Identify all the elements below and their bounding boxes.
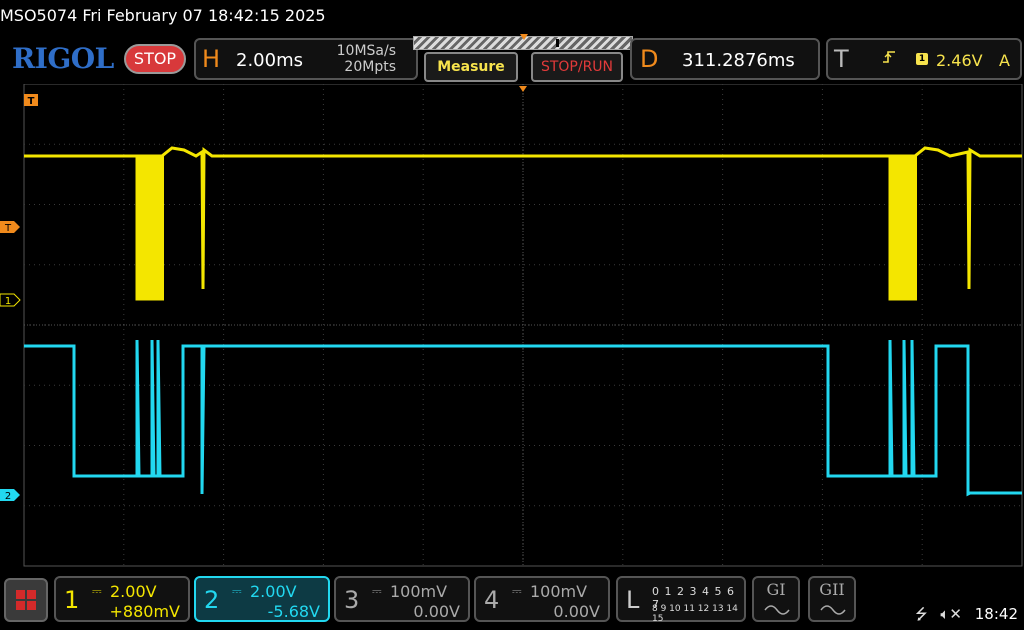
generator-1-button[interactable]: GI bbox=[752, 576, 800, 622]
speaker-muted-icon[interactable]: 🔈︎✕ bbox=[940, 605, 962, 623]
delay-value: 311.2876ms bbox=[682, 50, 795, 71]
bottom-bar: 1 ⎓ 2.00V +880mV 2 ⎓ 2.00V -5.68V 3 ⎓ 10… bbox=[0, 574, 1024, 630]
logic-letter: L bbox=[626, 586, 640, 614]
timeline-window-marker bbox=[556, 39, 559, 47]
memory-depth: 20Mpts bbox=[344, 59, 396, 75]
trigger-level-marker-label: T bbox=[4, 223, 12, 234]
channel-1-settings[interactable]: 1 ⎓ 2.00V +880mV bbox=[54, 576, 190, 622]
channel-3-offset: 0.00V bbox=[413, 602, 460, 621]
channel-4-number: 4 bbox=[484, 586, 500, 614]
rising-edge-icon bbox=[882, 50, 896, 68]
trigger-letter: T bbox=[834, 45, 849, 73]
channel-1-offset: +880mV bbox=[109, 602, 180, 621]
trigger-time-marker-label: T bbox=[28, 96, 35, 107]
dc-coupling-icon: ⎓ bbox=[232, 584, 242, 598]
horizontal-settings[interactable]: H 2.00ms 10MSa/s 20Mpts bbox=[194, 38, 418, 80]
channel-3-settings[interactable]: 3 ⎓ 100mV 0.00V bbox=[334, 576, 470, 622]
sine-wave-icon bbox=[764, 605, 790, 615]
sine-wave-icon bbox=[820, 605, 846, 615]
channel-4-settings[interactable]: 4 ⎓ 100mV 0.00V bbox=[474, 576, 610, 622]
logic-channels-row-2: 8 9 10 11 12 13 14 15 bbox=[652, 604, 738, 624]
channel-4-offset: 0.00V bbox=[553, 602, 600, 621]
window-title: MSO5074 Fri February 07 18:42:15 2025 bbox=[0, 6, 326, 25]
clock-time: 18:42 bbox=[974, 605, 1018, 623]
sample-rate: 10MSa/s bbox=[336, 43, 396, 59]
status-area: ⭍ 🔈︎✕ 18:42 bbox=[915, 604, 1018, 629]
channel-2-settings[interactable]: 2 ⎓ 2.00V -5.68V bbox=[194, 576, 330, 622]
dc-coupling-icon: ⎓ bbox=[512, 584, 522, 598]
channel-2-number: 2 bbox=[204, 586, 220, 614]
channel-4-scale: 100mV bbox=[530, 582, 588, 601]
rigol-logo: RIGOL bbox=[12, 42, 114, 75]
delay-letter: D bbox=[640, 45, 659, 73]
dc-coupling-icon: ⎓ bbox=[372, 584, 382, 598]
trigger-settings[interactable]: T 1 2.46V A bbox=[826, 38, 1022, 80]
logic-analyzer-settings[interactable]: L 0 1 2 3 4 5 6 7 8 9 10 11 12 13 14 15 bbox=[616, 576, 746, 624]
delay-settings[interactable]: D 311.2876ms bbox=[630, 38, 820, 80]
channel-3-number: 3 bbox=[344, 586, 360, 614]
main-menu-button[interactable] bbox=[4, 578, 48, 622]
trigger-level: 2.46V bbox=[936, 51, 983, 70]
waveform-display[interactable]: T T 1 2 bbox=[0, 84, 1024, 568]
usb-icon: ⭍ bbox=[915, 605, 928, 623]
channel-1-scale: 2.00V bbox=[110, 582, 157, 601]
generator-2-button[interactable]: GII bbox=[808, 576, 856, 622]
dc-coupling-icon: ⎓ bbox=[92, 584, 102, 598]
generator-2-label: GII bbox=[819, 580, 845, 599]
trigger-time-marker[interactable]: T bbox=[24, 94, 38, 107]
title-bar: MSO5074 Fri February 07 18:42:15 2025 bbox=[0, 0, 1024, 34]
stop-run-button[interactable]: STOP/RUN bbox=[531, 52, 623, 82]
measure-button[interactable]: Measure bbox=[424, 52, 518, 82]
trigger-mode: A bbox=[999, 51, 1010, 70]
trigger-position-marker[interactable] bbox=[519, 86, 527, 92]
horizontal-letter: H bbox=[202, 45, 221, 73]
generator-1-label: GI bbox=[766, 580, 786, 599]
trigger-source: 1 bbox=[916, 53, 928, 65]
channel-2-marker[interactable]: 2 bbox=[0, 489, 20, 502]
memory-timeline[interactable] bbox=[413, 34, 633, 50]
channel-2-offset: -5.68V bbox=[267, 602, 320, 621]
channel-2-marker-label: 2 bbox=[5, 491, 11, 502]
channel-3-scale: 100mV bbox=[390, 582, 448, 601]
channel-2-scale: 2.00V bbox=[250, 582, 297, 601]
waveform-grid: T T 1 2 bbox=[0, 84, 1023, 567]
top-toolbar: RIGOL STOP H 2.00ms 10MSa/s 20Mpts Measu… bbox=[0, 34, 1024, 84]
trigger-level-marker[interactable]: T bbox=[0, 221, 20, 234]
run-state-badge[interactable]: STOP bbox=[124, 44, 186, 74]
channel-1-marker-label: 1 bbox=[5, 296, 11, 307]
timebase-value: 2.00ms bbox=[236, 50, 303, 71]
timeline-trigger-marker bbox=[520, 34, 528, 40]
channel-1-number: 1 bbox=[64, 586, 80, 614]
channel-1-marker[interactable]: 1 bbox=[0, 293, 21, 307]
